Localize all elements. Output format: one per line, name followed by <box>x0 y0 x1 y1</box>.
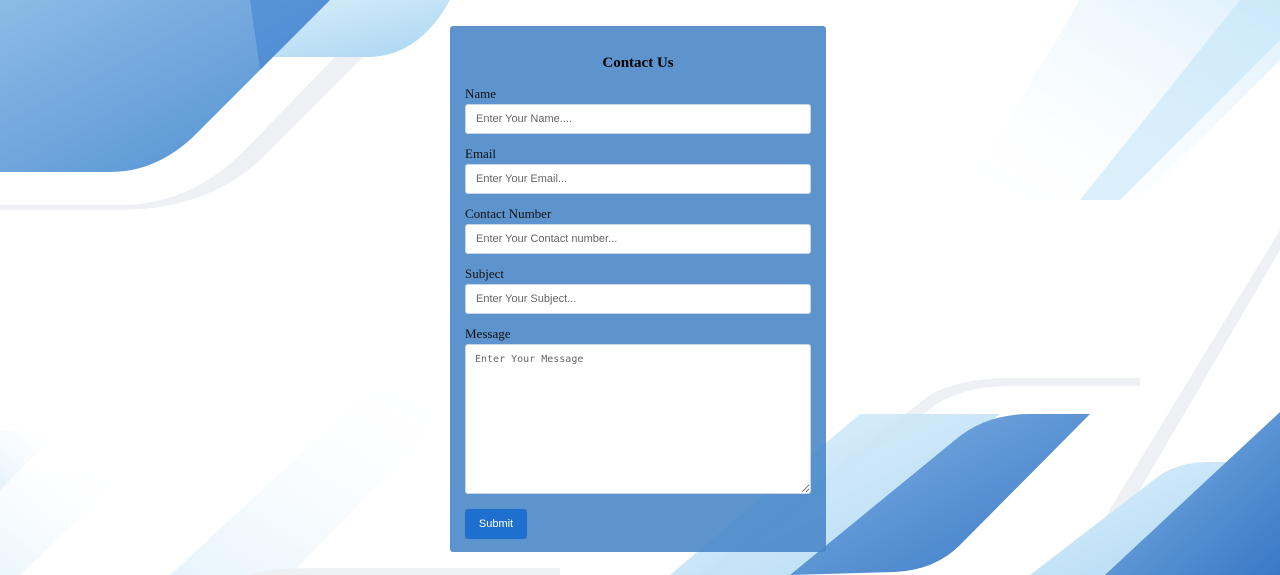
form-title: Contact Us <box>602 55 674 71</box>
subject-input[interactable] <box>465 284 811 314</box>
email-field-group: Email <box>465 146 811 194</box>
subject-label: Subject <box>465 266 504 281</box>
submit-button[interactable]: Submit <box>465 509 527 539</box>
message-textarea[interactable] <box>465 344 811 494</box>
contact-number-input[interactable] <box>465 224 811 254</box>
subject-field-group: Subject <box>465 266 811 314</box>
name-input[interactable] <box>465 104 811 134</box>
contact-number-label: Contact Number <box>465 206 552 221</box>
email-label: Email <box>465 146 497 161</box>
contact-number-field-group: Contact Number <box>465 206 811 254</box>
message-field-group: Message <box>465 326 811 494</box>
email-input[interactable] <box>465 164 811 194</box>
message-label: Message <box>465 326 511 341</box>
name-field-group: Name <box>465 86 811 134</box>
contact-form-card: Contact Us Name Email Contact Number Sub… <box>450 26 826 552</box>
name-label: Name <box>465 86 497 101</box>
